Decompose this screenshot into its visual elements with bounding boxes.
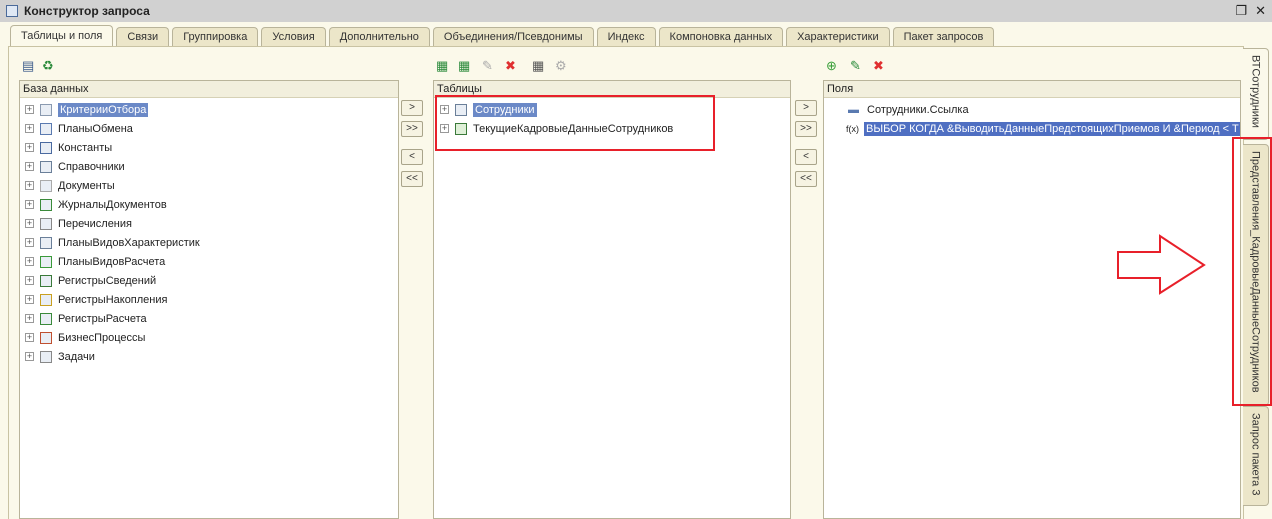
restore-icon[interactable]: ❐ [1235, 3, 1247, 19]
edit-icon[interactable]: ✎ [482, 58, 493, 74]
tab-vt-employees[interactable]: ВТСотрудники [1243, 48, 1269, 140]
add-icon[interactable]: ⊕ [826, 58, 837, 74]
expand-icon[interactable]: + [25, 181, 34, 190]
calculation-registers-icon [40, 312, 52, 325]
tree-item-accumulation-registers[interactable]: + РегистрыНакопления [25, 291, 167, 308]
add-table-icon[interactable]: ▦ [436, 58, 448, 74]
expand-icon[interactable]: + [25, 333, 34, 342]
expand-icon[interactable]: + [25, 200, 34, 209]
documents-icon [40, 179, 52, 192]
tab-conditions[interactable]: Условия [261, 27, 326, 46]
tab-data-composition[interactable]: Компоновка данных [658, 27, 784, 46]
chart-of-calculation-types-icon [40, 255, 52, 268]
remove-field-button[interactable]: < [795, 149, 817, 165]
function-icon: f(x) [846, 123, 859, 134]
tree-item-filter-criteria[interactable]: + КритерииОтбора [25, 101, 149, 118]
list-icon[interactable]: ▤ [22, 58, 34, 74]
tree-item-chart-of-calculation-types[interactable]: + ПланыВидовРасчета [25, 253, 165, 270]
refresh-icon[interactable]: ♻ [42, 58, 54, 74]
information-registers-icon [40, 274, 52, 287]
database-header: База данных [20, 81, 398, 98]
remove-button[interactable]: < [401, 149, 423, 165]
delete-icon[interactable]: ✖ [505, 58, 516, 74]
tree-item-enums[interactable]: + Перечисления [25, 215, 132, 232]
catalogs-icon [40, 160, 52, 173]
highlight-box-tables [435, 95, 715, 151]
replace-table-icon[interactable]: ▦ [532, 58, 544, 74]
tree-item-document-journals[interactable]: + ЖурналыДокументов [25, 196, 167, 213]
tree-item-calculation-registers[interactable]: + РегистрыРасчета [25, 310, 147, 327]
tree-item-business-processes[interactable]: + БизнесПроцессы [25, 329, 145, 346]
tab-additional[interactable]: Дополнительно [328, 27, 430, 46]
expand-icon[interactable]: + [25, 124, 34, 133]
edit-icon[interactable]: ✎ [850, 58, 861, 74]
tree-item-documents[interactable]: + Документы [25, 177, 115, 194]
remove-all-fields-button[interactable]: << [795, 171, 817, 187]
tab-query-batch[interactable]: Пакет запросов [892, 27, 995, 46]
add-nested-query-icon[interactable]: ▦ [458, 58, 470, 74]
tab-bar: Таблицы и поля Связи Группировка Условия… [10, 25, 995, 46]
tab-index[interactable]: Индекс [596, 27, 656, 46]
exchange-plans-icon [40, 122, 52, 135]
add-button[interactable]: > [401, 100, 423, 116]
arrow-right-icon [1117, 234, 1206, 295]
add-field-button[interactable]: > [795, 100, 817, 116]
tasks-icon [40, 350, 52, 363]
settings-icon[interactable]: ⚙ [555, 58, 567, 74]
field-item[interactable]: f(x) ВЫБОР КОГДА &ВыводитьДанныеПредстоящ… [846, 120, 1240, 137]
tree-item-chart-of-characteristic-types[interactable]: + ПланыВидовХарактеристик [25, 234, 200, 251]
add-all-button[interactable]: >> [401, 121, 423, 137]
title-bar: Конструктор запроса ❐ ✕ [0, 0, 1272, 22]
constants-icon [40, 141, 52, 154]
chart-of-characteristic-types-icon [40, 236, 52, 249]
expand-icon[interactable]: + [25, 238, 34, 247]
tab-unions-aliases[interactable]: Объединения/Псевдонимы [432, 27, 594, 46]
expand-icon[interactable]: + [25, 257, 34, 266]
query-builder-icon [6, 5, 18, 17]
expand-icon[interactable]: + [25, 162, 34, 171]
field-item[interactable]: ▬ Сотрудники.Ссылка [848, 101, 969, 118]
add-all-fields-button[interactable]: >> [795, 121, 817, 137]
expand-icon[interactable]: + [25, 105, 34, 114]
remove-all-button[interactable]: << [401, 171, 423, 187]
filter-criteria-icon [40, 103, 52, 116]
expand-icon[interactable]: + [25, 314, 34, 323]
tree-item-tasks[interactable]: + Задачи [25, 348, 95, 365]
window-title: Конструктор запроса [24, 4, 150, 18]
expand-icon[interactable]: + [25, 219, 34, 228]
document-journals-icon [40, 198, 52, 211]
tree-item-catalogs[interactable]: + Справочники [25, 158, 125, 175]
enums-icon [40, 217, 52, 230]
tab-characteristics[interactable]: Характеристики [786, 27, 890, 46]
accumulation-registers-icon [40, 293, 52, 306]
fields-header: Поля [824, 81, 1240, 98]
highlight-box-side-tab [1232, 137, 1272, 406]
tree-item-information-registers[interactable]: + РегистрыСведений [25, 272, 156, 289]
expand-icon[interactable]: + [25, 276, 34, 285]
expand-icon[interactable]: + [25, 143, 34, 152]
tab-query-3[interactable]: Запрос пакета 3 [1243, 406, 1269, 506]
fields-panel: Поля [823, 80, 1241, 519]
business-processes-icon [40, 331, 52, 344]
expand-icon[interactable]: + [25, 295, 34, 304]
field-icon: ▬ [848, 103, 859, 116]
delete-icon[interactable]: ✖ [873, 58, 884, 74]
tree-item-constants[interactable]: + Константы [25, 139, 112, 156]
tree-item-exchange-plans[interactable]: + ПланыОбмена [25, 120, 133, 137]
tab-tables-fields[interactable]: Таблицы и поля [10, 25, 114, 46]
tab-links[interactable]: Связи [116, 27, 170, 46]
tab-grouping[interactable]: Группировка [172, 27, 259, 46]
expand-icon[interactable]: + [25, 352, 34, 361]
close-icon[interactable]: ✕ [1255, 3, 1266, 19]
